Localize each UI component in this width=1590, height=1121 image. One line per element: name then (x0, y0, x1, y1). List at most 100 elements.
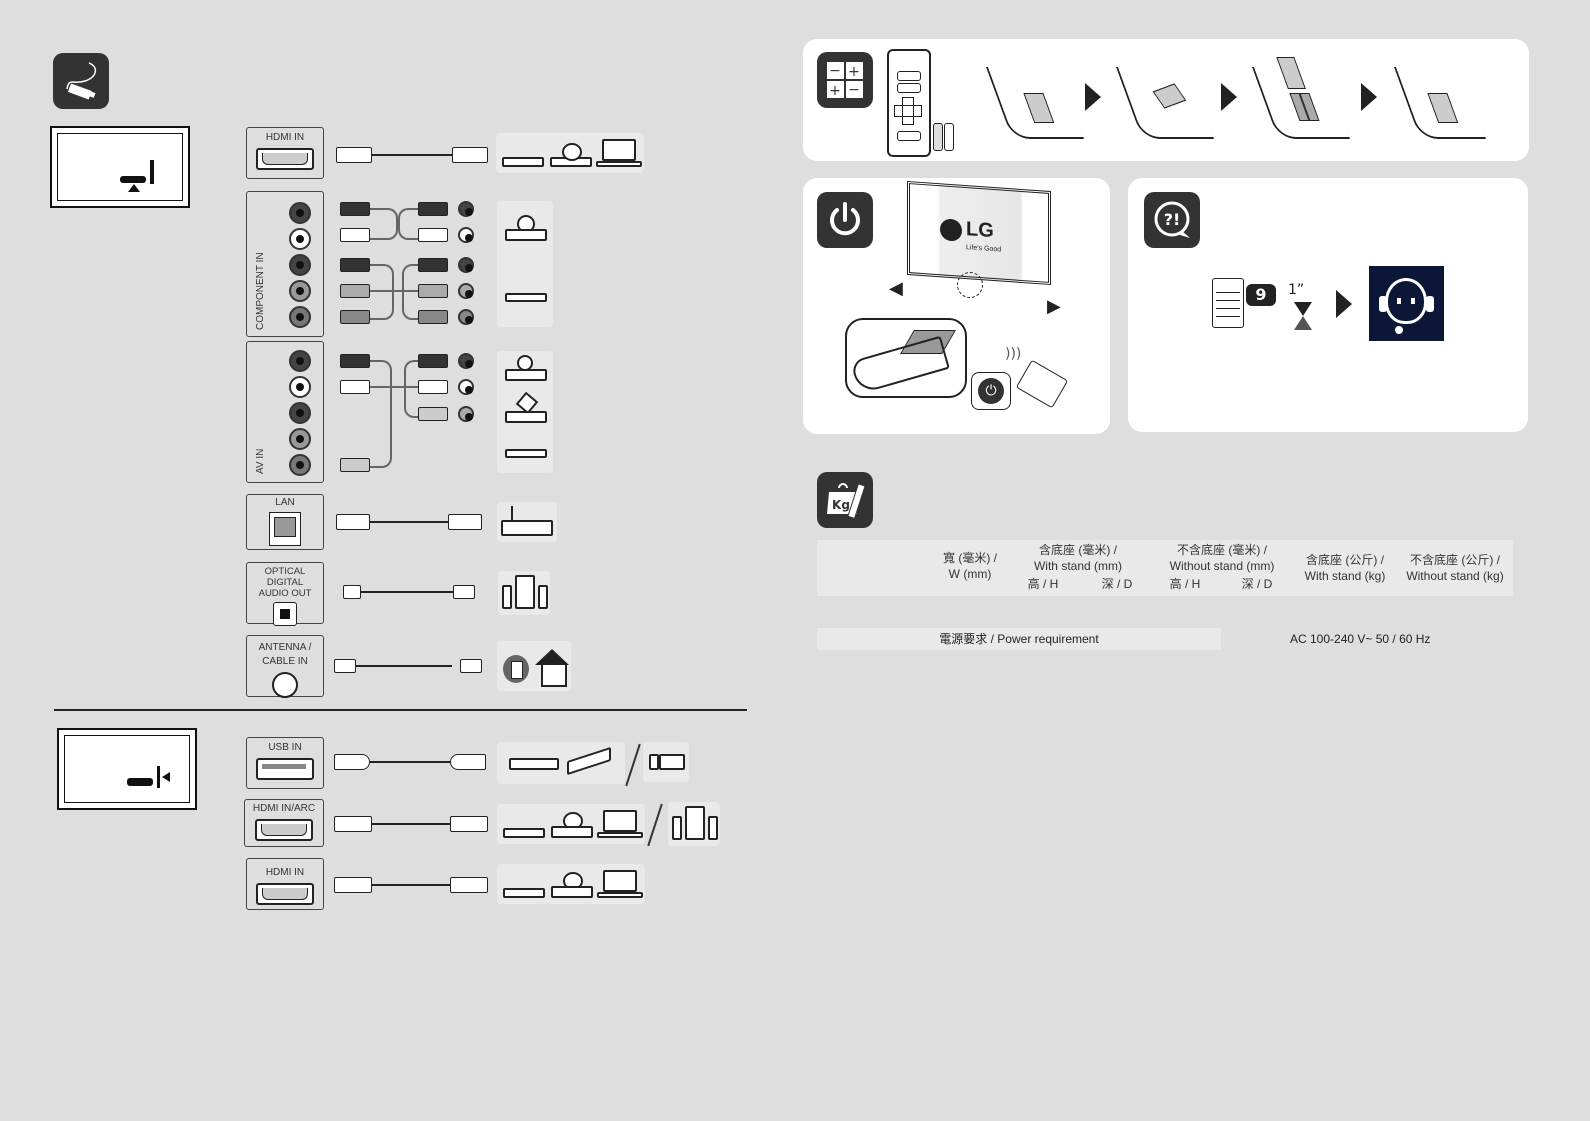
av-in-port: AV IN (246, 341, 324, 483)
svg-text:Kg: Kg (832, 498, 850, 512)
step-insert-batteries (1251, 57, 1351, 139)
set-top-box-icon (502, 157, 544, 167)
dvd-player-icon (505, 229, 547, 241)
svg-text:−: − (829, 63, 841, 79)
devices-group (497, 864, 645, 904)
port-label: HDMI IN/ARC (252, 803, 316, 814)
port-label: AV IN (255, 448, 266, 474)
lg-logo-icon (940, 218, 962, 242)
svg-text:+: + (848, 64, 860, 80)
wall-outlet-icon (503, 655, 529, 683)
lan-port: LAN (246, 494, 324, 550)
header-with-stand-kg: 含底座 (公斤) / With stand (kg) (1304, 553, 1386, 583)
hand-press-icon (850, 335, 950, 395)
cable-plug-icon (53, 53, 109, 109)
optical-audio-out-port: OPTICAL DIGITAL AUDIO OUT (246, 562, 324, 626)
subwoofer-icon (685, 806, 705, 840)
alt-devices-group (643, 742, 689, 782)
hourglass-icon (1294, 302, 1312, 316)
battery-installation-card: − + + − (803, 39, 1529, 161)
hdmi-in-port-2: HDMI IN (246, 858, 324, 910)
step-close-cover (1393, 67, 1487, 139)
set-top-box-icon (503, 888, 545, 898)
optical-port-icon (273, 602, 297, 626)
vcr-icon (505, 411, 547, 423)
devices-group (496, 133, 644, 173)
house-antenna-icon (541, 663, 567, 687)
header-without-stand-mm: 不含底座 (毫米) / Without stand (mm) (1169, 543, 1275, 573)
port-label: USB IN (268, 742, 302, 753)
header-without-stand-kg: 不含底座 (公斤) / Without stand (kg) (1406, 553, 1504, 583)
component-in-port: COMPONENT IN (246, 191, 324, 337)
dvd-player-icon (505, 369, 547, 381)
devices-group (497, 804, 645, 844)
specs-table-header: 寬 (毫米) / W (mm) 含底座 (毫米) / With stand (mm)… (817, 540, 1513, 596)
devices-group (497, 502, 557, 542)
header-with-stand-mm: 含底座 (毫米) / With stand (mm) (1033, 543, 1122, 573)
coax-port-icon (272, 672, 298, 698)
alt-devices-group (668, 802, 720, 846)
or-separator (647, 803, 663, 847)
wireless-signal-icon: ))) (1005, 346, 1022, 362)
battery-aaa-icon (944, 123, 954, 151)
speaker-sound-icon: ▶ (1047, 296, 1061, 317)
hdmi-port-icon (255, 819, 313, 841)
next-step-arrow (1336, 290, 1352, 318)
speaker-icon (538, 585, 548, 609)
next-step-arrow (1085, 83, 1101, 111)
devices-group (497, 742, 625, 784)
port-label-line2: CABLE IN (262, 656, 308, 667)
tv-rear-panel-side-port-icon (57, 728, 197, 810)
speaker-icon (502, 585, 512, 609)
power-button-location (957, 272, 983, 298)
usb-flash-drive-icon (649, 754, 659, 770)
hdmi-in-arc-port: HDMI IN/ARC (244, 799, 324, 847)
antenna-cable-in-port: ANTENNA / CABLE IN (246, 635, 324, 698)
port-label-line1: OPTICAL DIGITAL (264, 566, 306, 588)
next-step-arrow (1221, 83, 1237, 111)
battery-aaa-icon (933, 123, 943, 151)
step-slide-cover-down (985, 67, 1085, 139)
external-hdd-icon (567, 746, 611, 776)
laptop-icon (603, 870, 637, 892)
subwoofer-icon (515, 575, 535, 609)
or-separator (625, 743, 641, 787)
set-top-box-icon (505, 293, 547, 302)
weight-measure-icon: Kg (817, 472, 873, 528)
section-divider (54, 709, 747, 711)
set-top-box-icon (505, 449, 547, 458)
tv-power-button-callout (845, 318, 967, 398)
port-label-line2: AUDIO OUT (258, 588, 312, 599)
port-label-line1: ANTENNA / (258, 642, 312, 653)
ethernet-port-icon (269, 512, 301, 546)
port-label: COMPONENT IN (255, 252, 266, 330)
step-lift-cover (1115, 67, 1215, 139)
remote-power-button: ⏻ (971, 372, 1011, 410)
header-without-stand-height: 高 / H (1169, 577, 1201, 591)
port-label: HDMI IN (265, 867, 305, 878)
remote-hand-icon (1015, 359, 1069, 409)
customer-support-card: ?! 9 1” (1128, 178, 1528, 432)
speaker-sound-icon: ◀ (889, 278, 903, 299)
usb-in-port: USB IN (246, 737, 324, 789)
power-requirement-value: AC 100-240 V~ 50 / 60 Hz (1290, 632, 1431, 646)
laptop-icon (603, 810, 637, 832)
power-icon (817, 192, 873, 248)
hdmi-port-icon (256, 883, 314, 905)
svg-text:?!: ?! (1164, 210, 1181, 229)
speaker-icon (708, 816, 718, 840)
svg-text:−: − (848, 82, 860, 98)
router-icon (501, 520, 553, 536)
port-label: LAN (275, 497, 295, 508)
key-9-button: 9 (1246, 284, 1276, 306)
laptop-icon (602, 139, 636, 161)
devices-group (498, 571, 550, 615)
header-without-stand-depth: 深 / D (1241, 577, 1273, 591)
hdmi-port-icon (256, 148, 314, 170)
dvd-player-icon (551, 826, 593, 838)
set-top-box-icon (503, 828, 545, 838)
header-width: 寬 (毫米) / W (mm) (943, 551, 997, 581)
header-with-stand-depth: 深 / D (1101, 577, 1133, 591)
battery-icon: − + + − (817, 52, 873, 108)
power-requirement-label: 電源要求 / Power requirement (817, 628, 1221, 650)
